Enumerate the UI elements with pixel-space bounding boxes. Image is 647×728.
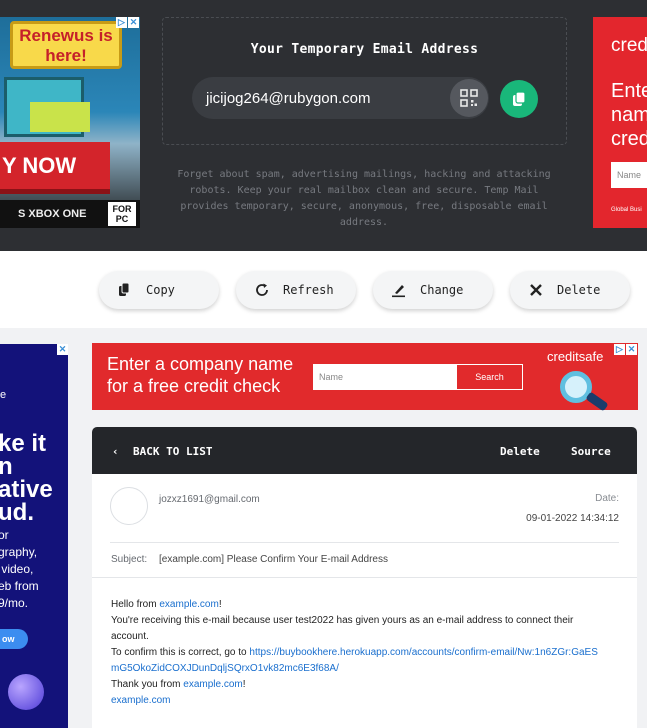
message-toolbar: ‹ BACK TO LIST Delete Source xyxy=(92,427,637,474)
ad-side-body: or graphy, video, eb from 9/mo. xyxy=(0,528,39,610)
body-thanks: Thank you from example.com! xyxy=(111,677,606,693)
ad-pc-badge: FOR PC xyxy=(108,202,136,226)
ad-headline: Ente nam cred xyxy=(611,79,647,151)
magnifier-handle xyxy=(585,391,609,412)
message-body: Hello from example.com! You're receiving… xyxy=(111,597,606,709)
copy-button[interactable]: Copy xyxy=(99,271,219,309)
email-address-field[interactable]: jicijog264@rubygon.com xyxy=(192,77,489,119)
ad-platforms: S XBOX ONE FOR PC xyxy=(0,200,140,228)
greeting-suffix: ! xyxy=(218,599,222,610)
date-value: 09-01-2022 14:34:12 xyxy=(526,513,619,524)
back-to-list-label: BACK TO LIST xyxy=(133,445,213,458)
message-source-button[interactable]: Source xyxy=(571,445,611,458)
thanks-link[interactable]: example.com xyxy=(183,679,242,690)
banner-logo: creditsafe xyxy=(547,349,604,364)
delete-button-label: Delete xyxy=(557,283,601,297)
subject-text: [example.com] Please Confirm Your E-mail… xyxy=(159,554,388,565)
email-header-section: Renewus is here! Y NOW S XBOX ONE FOR PC… xyxy=(0,0,647,251)
copy-address-button[interactable] xyxy=(500,80,538,118)
thanks-text: Thank you from xyxy=(111,679,184,690)
ad-cta-button[interactable]: Y NOW xyxy=(0,142,110,194)
signature-link[interactable]: example.com xyxy=(111,695,170,706)
ad-headline-text: Ente nam cred xyxy=(611,80,647,150)
body-line: You're receiving this e-mail because use… xyxy=(111,615,574,642)
ad-platforms-text: S XBOX ONE xyxy=(18,208,87,220)
qr-code-button[interactable] xyxy=(450,79,488,117)
game-advertisement[interactable]: Renewus is here! Y NOW S XBOX ONE FOR PC… xyxy=(0,17,140,228)
ad-side-line0: e xyxy=(0,389,7,401)
banner-search-button[interactable]: Search xyxy=(456,364,523,390)
divider xyxy=(92,577,637,578)
ad-side-headline: ke it n ative ud. xyxy=(0,430,53,526)
ad-headline: Renewus is here! xyxy=(10,21,122,69)
message-viewer: ‹ BACK TO LIST Delete Source jozxz1691@g… xyxy=(92,427,637,728)
ad-close-icon[interactable]: ✕ xyxy=(57,344,68,355)
banner-text: Enter a company name for a free credit c… xyxy=(107,354,294,396)
ad-logo: cred xyxy=(611,35,647,56)
change-button[interactable]: Change xyxy=(373,271,493,309)
thanks-suffix: ! xyxy=(242,679,246,690)
copy-icon xyxy=(513,91,526,106)
ad-close-icon[interactable]: ▷ xyxy=(116,17,127,28)
sender-avatar xyxy=(110,487,148,525)
message-delete-button[interactable]: Delete xyxy=(500,445,540,458)
body-greeting: Hello from example.com! xyxy=(111,597,606,613)
refresh-icon xyxy=(256,283,268,296)
delete-button[interactable]: Delete xyxy=(510,271,630,309)
body-confirm: To confirm this is correct, go to https:… xyxy=(111,645,606,677)
close-icon xyxy=(530,284,542,296)
email-panel-title: Your Temporary Email Address xyxy=(250,42,479,57)
credit-banner-advertisement[interactable]: Enter a company name for a free credit c… xyxy=(92,343,638,412)
greeting-text: Hello from xyxy=(111,599,160,610)
ad-fine-print: Global Busi xyxy=(611,207,642,213)
ad-close-icon[interactable]: ✕ xyxy=(128,17,139,28)
credit-advertisement-right[interactable]: cred Ente nam cred Name Global Busi xyxy=(593,17,647,228)
subject-label: Subject: xyxy=(111,554,148,565)
action-toolbar: Copy Refresh Change Delete xyxy=(0,251,647,328)
refresh-button[interactable]: Refresh xyxy=(236,271,356,309)
side-advertisement[interactable]: e ke it n ative ud. or graphy, video, eb… xyxy=(0,344,68,728)
confirm-text: To confirm this is correct, go to xyxy=(111,647,250,658)
temp-email-panel: Your Temporary Email Address jicijog264@… xyxy=(162,17,567,145)
copy-button-label: Copy xyxy=(146,283,175,297)
copy-icon xyxy=(119,282,130,296)
greeting-link[interactable]: example.com xyxy=(159,599,218,610)
change-button-label: Change xyxy=(420,283,464,297)
banner-name-input[interactable]: Name xyxy=(313,364,456,390)
edit-icon xyxy=(392,285,405,298)
sender-email: jozxz1691@gmail.com xyxy=(159,494,260,505)
ad-side-cta-button[interactable]: ow xyxy=(0,629,28,649)
email-address-text[interactable]: jicijog264@rubygon.com xyxy=(206,90,370,107)
ad-side-orb-image xyxy=(8,674,44,710)
chevron-left-icon: ‹ xyxy=(112,445,119,458)
refresh-button-label: Refresh xyxy=(283,283,334,297)
service-description: Forget about spam, advertising mailings,… xyxy=(177,169,551,228)
date-label: Date: xyxy=(595,493,619,504)
ad-character-image-part xyxy=(30,102,90,132)
qr-code-icon xyxy=(460,89,478,107)
ad-info-icon[interactable]: ▷ xyxy=(614,344,625,355)
ad-name-input[interactable]: Name xyxy=(611,162,647,188)
divider xyxy=(110,542,619,543)
ad-close-icon[interactable]: ✕ xyxy=(626,344,637,355)
